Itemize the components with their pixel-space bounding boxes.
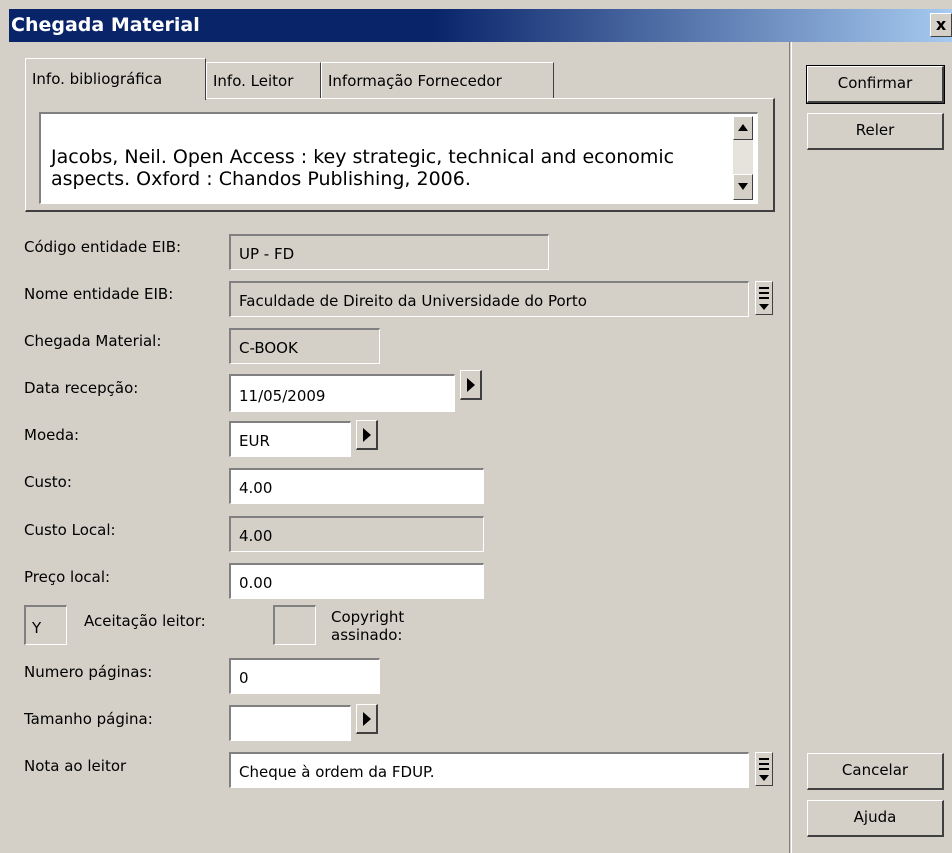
aceitacao-leitor-label: Aceitação leitor: [84,612,206,630]
preco-local-input[interactable]: 0.00 [229,563,484,599]
list-icon [759,304,769,310]
numero-paginas-label: Numero páginas: [24,663,153,681]
tab-info-bibliografica[interactable]: Info. bibliográfica [25,58,206,100]
arrow-down-icon [738,183,748,190]
aceitacao-leitor-field[interactable]: Y [24,605,67,645]
nota-leitor-input[interactable]: Cheque à ordem da FDUP. [229,752,749,788]
codigo-entidade-field: UP - FD [229,234,549,270]
bibliographic-text: Jacobs, Neil. Open Access : key strategi… [51,146,675,190]
cancelar-button[interactable]: Cancelar [807,753,944,790]
tab-info-leitor[interactable]: Info. Leitor [206,62,321,98]
panel-divider [789,42,792,853]
chegada-material-window: Chegada Material x Info. bibliográfica I… [0,0,952,853]
scroll-up-button[interactable] [733,116,753,140]
moeda-label: Moeda: [24,426,80,444]
numero-paginas-input[interactable]: 0 [229,658,380,694]
nota-leitor-list-button[interactable] [755,752,773,786]
preco-local-label: Preço local: [24,568,111,586]
arrow-right-icon [363,712,371,726]
tamanho-pagina-input[interactable] [229,705,351,741]
data-recepcao-picker-button[interactable] [460,370,482,400]
tamanho-pagina-label: Tamanho página: [24,710,153,728]
codigo-entidade-label: Código entidade EIB: [24,238,182,256]
nota-leitor-label: Nota ao leitor [24,757,127,775]
window-title: Chegada Material [11,14,200,36]
nome-entidade-field: Faculdade de Direito da Universidade do … [229,281,749,317]
custo-label: Custo: [24,473,72,491]
nome-entidade-label: Nome entidade EIB: [24,285,174,303]
custo-local-field: 4.00 [229,516,484,552]
chegada-material-label: Chegada Material: [24,332,162,350]
tab-informacao-fornecedor[interactable]: Informação Fornecedor [321,62,554,98]
scroll-down-button[interactable] [733,174,753,200]
nome-entidade-list-button[interactable] [755,281,773,315]
arrow-right-icon [363,428,371,442]
chegada-material-field: C-BOOK [229,328,380,364]
arrow-right-icon [467,378,475,392]
ajuda-button[interactable]: Ajuda [807,800,944,837]
scrollbar-track[interactable] [733,140,753,174]
tamanho-pagina-picker-button[interactable] [356,704,378,734]
title-bar[interactable]: Chegada Material x [9,9,952,42]
copyright-assinado-field[interactable] [273,605,316,645]
list-icon [759,775,769,781]
bibliographic-textbox[interactable]: Jacobs, Neil. Open Access : key strategi… [39,112,758,204]
reler-button[interactable]: Reler [807,113,944,150]
data-recepcao-input[interactable]: 11/05/2009 [229,374,455,412]
data-recepcao-label: Data recepção: [24,379,139,397]
moeda-picker-button[interactable] [356,420,378,450]
copyright-assinado-label: Copyright assinado: [331,608,405,640]
moeda-input[interactable]: EUR [229,421,351,457]
confirmar-button[interactable]: Confirmar [806,65,945,104]
custo-input[interactable]: 4.00 [229,468,484,504]
arrow-up-icon [738,124,748,131]
custo-local-label: Custo Local: [24,521,116,539]
close-button[interactable]: x [930,13,952,37]
